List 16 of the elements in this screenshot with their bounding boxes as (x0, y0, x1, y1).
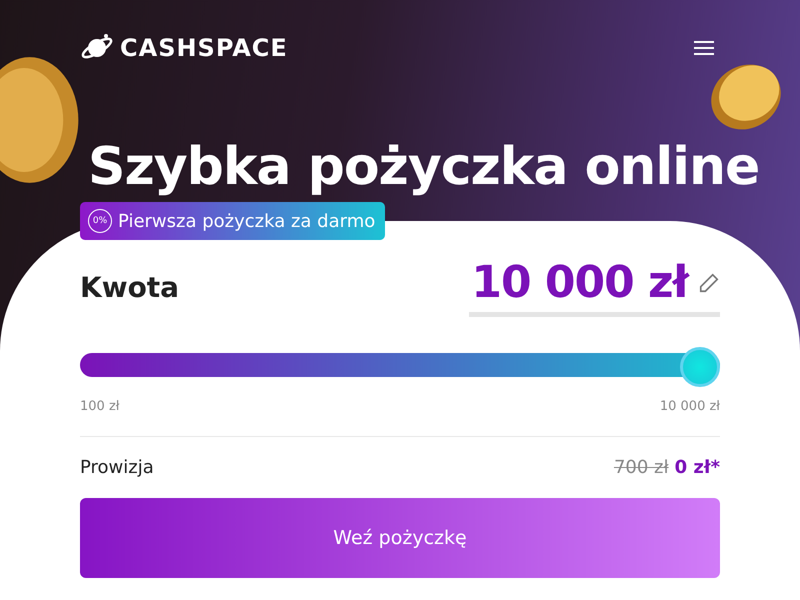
fee-label: Prowizja (80, 457, 154, 478)
hero-title: Szybka pożyczka online (88, 136, 760, 199)
old-fee-value: 700 zł (614, 457, 669, 478)
slider-thumb[interactable] (680, 347, 720, 387)
fee-value: 0 zł* (674, 457, 720, 478)
amount-slider[interactable] (80, 345, 720, 385)
logo-text: CASHSPACE (120, 34, 288, 62)
max-amount-label: 10 000 zł (660, 399, 720, 414)
min-amount-label: 100 zł (80, 399, 120, 414)
pencil-icon[interactable] (698, 272, 720, 294)
amount-label: Kwota (80, 270, 180, 304)
badge-text: Pierwsza pożyczka za darmo (118, 210, 376, 232)
menu-icon[interactable] (694, 40, 714, 56)
take-loan-button[interactable]: Weź pożyczkę (80, 498, 720, 578)
percent-icon: 0% (88, 209, 112, 233)
amount-field[interactable]: 10 000 zł (469, 257, 720, 317)
